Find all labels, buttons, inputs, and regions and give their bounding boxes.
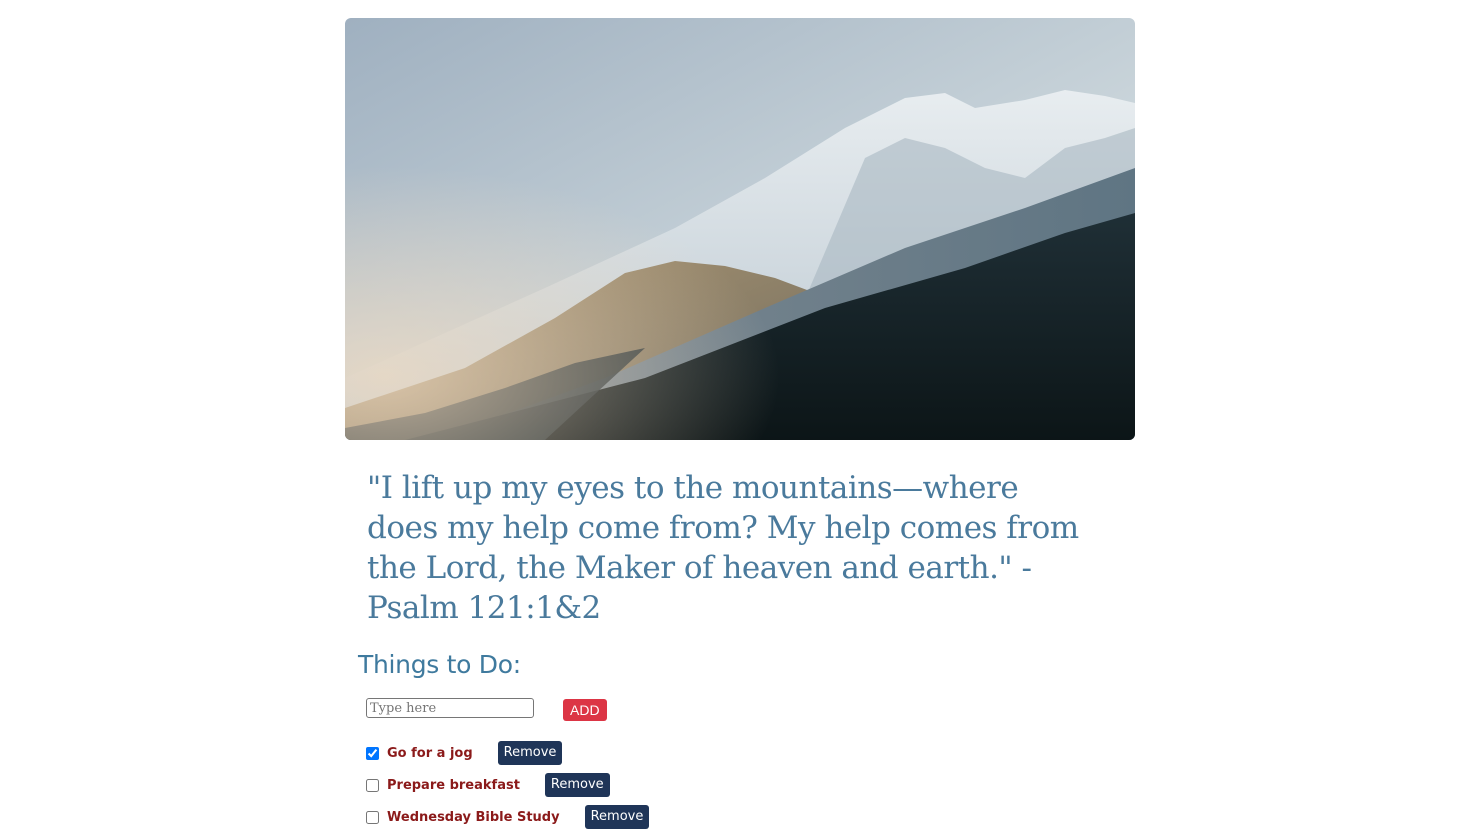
todo-heading: Things to Do: [358,650,521,679]
todo-list: Go for a jog Remove Prepare breakfast Re… [364,737,650,833]
remove-todo-button[interactable]: Remove [544,773,610,797]
todo-item-label: Wednesday Bible Study [387,809,560,825]
scripture-quote: "I lift up my eyes to the mountains—wher… [367,470,1079,626]
todo-item: Wednesday Bible Study Remove [364,801,650,833]
todo-checkbox[interactable] [366,810,379,824]
todo-item: Prepare breakfast Remove [364,769,649,801]
todo-item-label: Go for a jog [387,745,473,761]
todo-text-input[interactable] [366,698,534,718]
remove-todo-button[interactable]: Remove [497,741,563,765]
mountain-landscape-picture [345,18,1135,440]
todo-item: Go for a jog Remove [364,737,649,769]
remove-todo-button[interactable]: Remove [584,805,650,829]
todo-checkbox[interactable] [366,778,379,792]
add-todo-button[interactable]: ADD [563,699,607,721]
todo-item-label: Prepare breakfast [387,777,520,793]
mountain-hero-image [345,18,1135,440]
todo-checkbox[interactable] [366,746,379,760]
page: "I lift up my eyes to the mountains—wher… [0,0,1482,839]
